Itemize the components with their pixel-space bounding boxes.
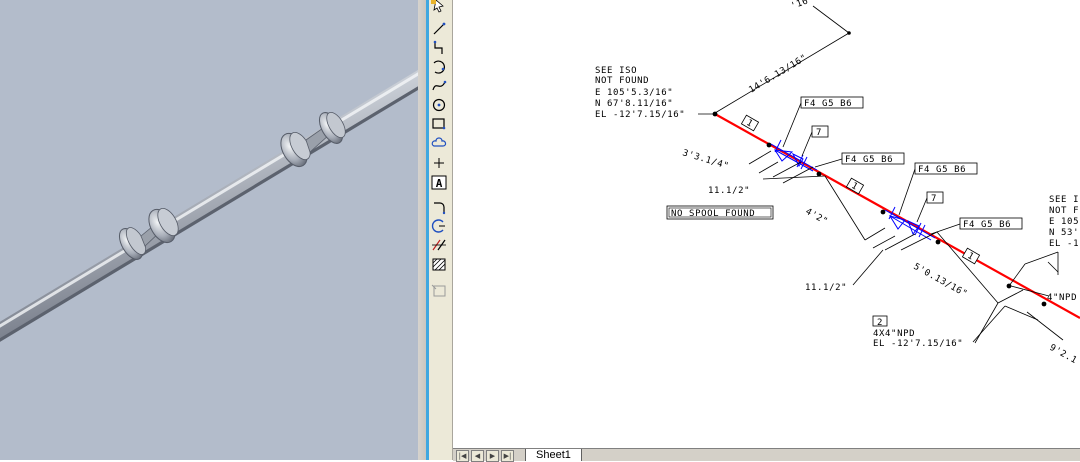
- arc-tool-icon[interactable]: [430, 59, 448, 75]
- dimension-11-b: 11.1/2": [805, 283, 847, 293]
- prev-sheet-button[interactable]: ◀: [471, 450, 484, 462]
- svg-text:E 105: E 105: [1049, 217, 1079, 227]
- fillet-tool-icon[interactable]: [430, 199, 448, 215]
- top-dimension-text: '16": [790, 0, 816, 12]
- callout-7-a: 7: [816, 128, 822, 138]
- flange-valve-right: [884, 206, 936, 241]
- dimension-lines: [748, 150, 1064, 343]
- first-sheet-button[interactable]: |◀: [456, 450, 469, 462]
- dimension-4-2: 4'2": [804, 207, 830, 227]
- sketch-toolbar: A: [426, 0, 453, 460]
- dimension-5-0: 5'0.13/16": [912, 262, 969, 300]
- block-tool-icon: [431, 284, 446, 297]
- toolbar-accent-bar: [426, 0, 429, 460]
- svg-text:EL -1: EL -1: [1049, 239, 1079, 249]
- svg-text:NOT FOUND: NOT FOUND: [595, 76, 649, 86]
- svg-text:EL -12'7.15/16": EL -12'7.15/16": [595, 110, 685, 120]
- pane-splitter[interactable]: [418, 0, 426, 460]
- svg-text:SEE I: SEE I: [1049, 195, 1079, 205]
- callout-f4-g5-b6-4: F4 G5 B6: [963, 220, 1011, 230]
- polyline-tool-icon[interactable]: [430, 40, 448, 56]
- drawing-sheet[interactable]: '16" 14'6.13/16" SEE ISO NOT FOUND E 105…: [453, 0, 1080, 448]
- line-tool-icon[interactable]: [430, 21, 448, 37]
- pipe-3d-model: [0, 69, 418, 342]
- next-sheet-button[interactable]: ▶: [486, 450, 499, 462]
- svg-text:E 105'5.3/16": E 105'5.3/16": [595, 88, 673, 98]
- reducer-elevation: EL -12'7.15/16": [873, 339, 963, 349]
- reducer-size: 4X4"NPD: [873, 329, 915, 339]
- spool-marker-1b: 1: [845, 177, 865, 195]
- callout-f4-g5-b6-1: F4 G5 B6: [804, 99, 852, 109]
- svg-text:SEE ISO: SEE ISO: [595, 66, 637, 76]
- isometric-drawing: '16" 14'6.13/16" SEE ISO NOT FOUND E 105…: [595, 0, 1080, 366]
- rectangle-tool-icon[interactable]: [430, 116, 448, 132]
- dimension-3-3: 3'3.1/4": [681, 148, 730, 172]
- hatch-tool-icon[interactable]: [430, 257, 448, 273]
- last-sheet-button[interactable]: ▶|: [501, 450, 514, 462]
- 3d-model-viewport[interactable]: [0, 0, 418, 460]
- tab-sheet1[interactable]: Sheet1: [525, 449, 582, 461]
- svg-text:N 67'8.11/16": N 67'8.11/16": [595, 99, 673, 109]
- callout-f4-g5-b6-3: F4 G5 B6: [918, 165, 966, 175]
- see-iso-right: SEE I NOT F E 105 N 53' EL -1: [1049, 195, 1079, 249]
- point-tool-icon[interactable]: [430, 155, 448, 171]
- flange-valve-left: [770, 139, 818, 172]
- extend-tool-icon[interactable]: [430, 237, 448, 253]
- dimension-14-6: 14'6.13/16": [747, 53, 809, 96]
- svg-text:A: A: [436, 177, 443, 190]
- spool-marker-1c: 1: [961, 247, 981, 265]
- callout-f4-g5-b6-2: F4 G5 B6: [845, 155, 893, 165]
- select-pointer-icon[interactable]: [430, 0, 448, 16]
- trim-tool-icon[interactable]: [430, 218, 448, 234]
- text-tool-icon[interactable]: A: [430, 175, 448, 191]
- spline-tool-icon[interactable]: [430, 78, 448, 94]
- callout-7-b: 7: [931, 194, 937, 204]
- circle-tool-icon[interactable]: [430, 97, 448, 113]
- no-spool-label: NO SPOOL FOUND: [671, 209, 755, 219]
- see-iso-left: SEE ISO NOT FOUND E 105'5.3/16" N 67'8.1…: [595, 66, 685, 120]
- item-2-marker: 2: [877, 318, 883, 328]
- dimension-11-a: 11.1/2": [708, 186, 750, 196]
- npd-label: 4"NPD: [1047, 293, 1077, 303]
- svg-text:NOT F: NOT F: [1049, 206, 1079, 216]
- svg-text:N 53': N 53': [1049, 228, 1079, 238]
- dimension-9-2: 9'2.1: [1048, 343, 1079, 366]
- sheet-tabs-bar: |◀ ◀ ▶ ▶| Sheet1: [453, 448, 1080, 462]
- cloud-tool-icon[interactable]: [430, 135, 448, 151]
